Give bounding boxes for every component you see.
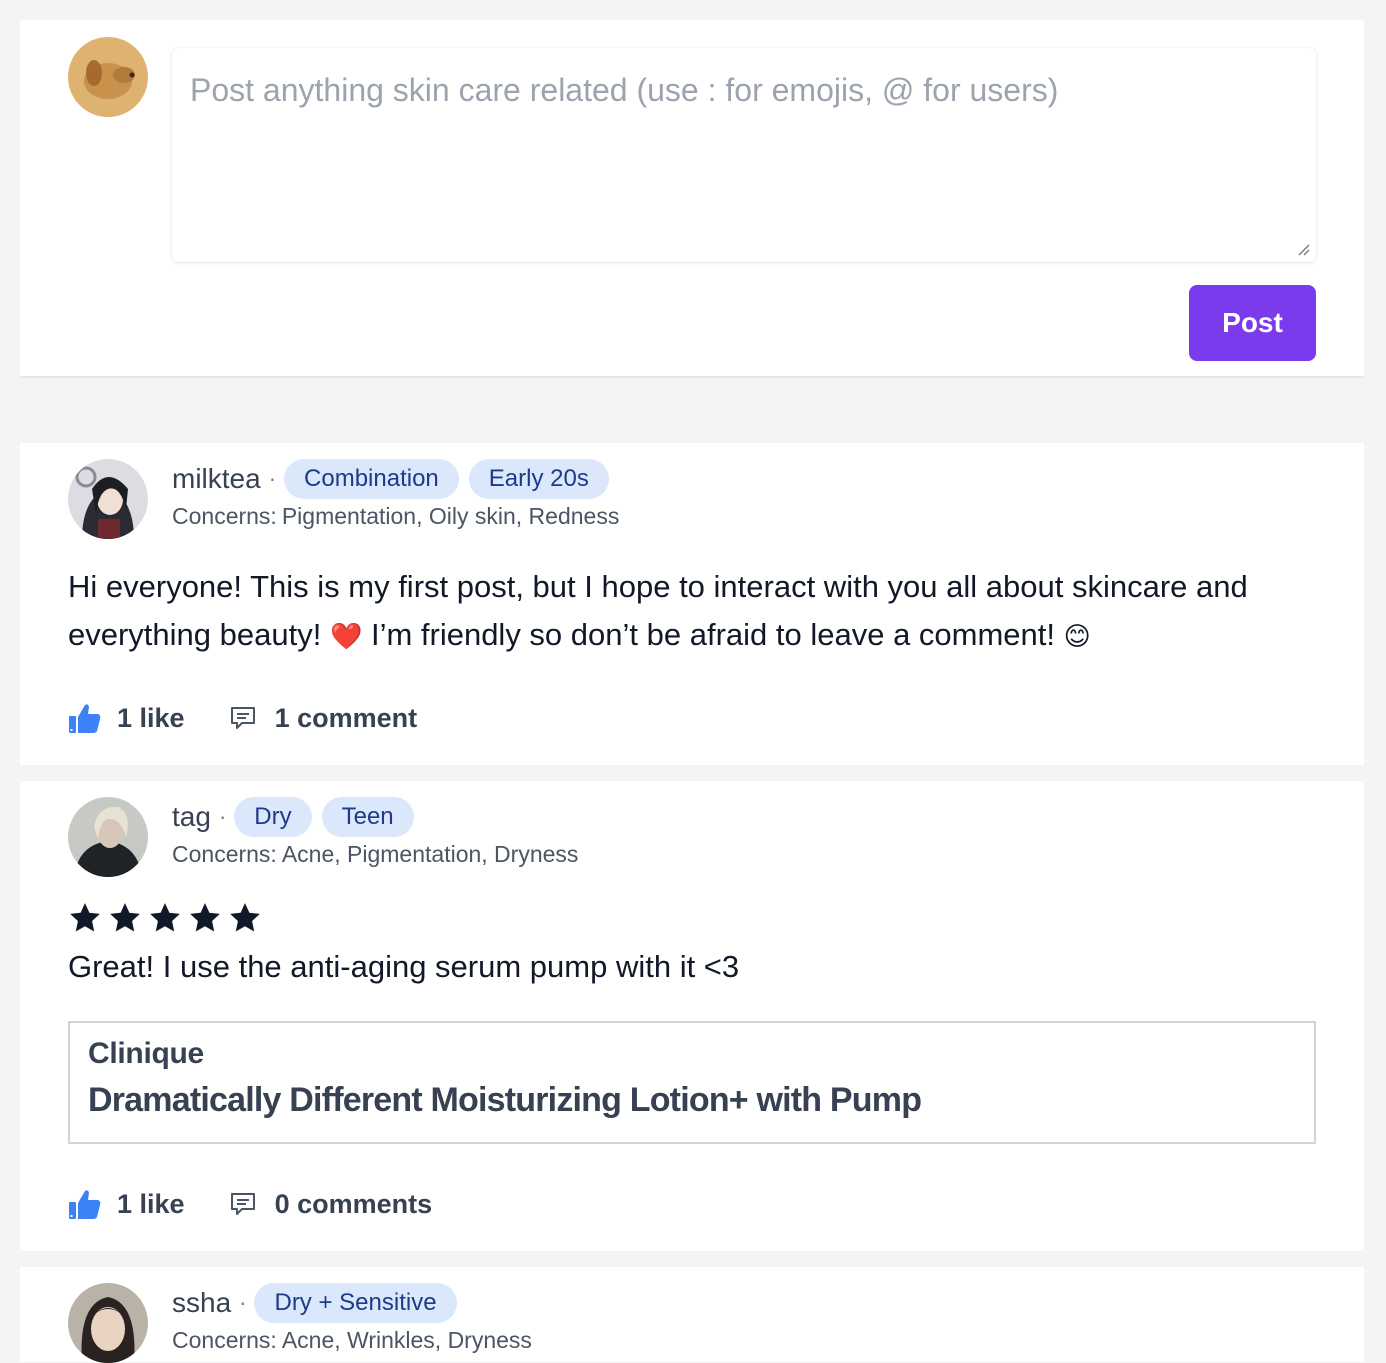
star-icon [230,903,260,932]
username[interactable]: tag [172,801,211,833]
like-count: 1 like [117,702,185,733]
post-text-line: Hi everyone! This is my first post, but … [68,569,1248,604]
current-user-avatar[interactable] [68,37,148,117]
post-card: milktea · Combination Early 20s Concerns… [20,443,1364,765]
concerns: Concerns: Pigmentation, Oily skin, Rednes… [172,503,619,530]
post-card: tag · Dry Teen Concerns: Acne, Pigmentati… [20,781,1364,1251]
avatar[interactable] [68,797,148,877]
age-chip: Teen [321,797,414,837]
comment-icon [230,707,255,729]
post-text-line: everything beauty! [68,617,322,652]
product-card[interactable]: Clinique Dramatically Different Moisturi… [68,1021,1316,1144]
concerns-label: Concerns: [172,503,277,529]
thumbs-up-icon [69,704,101,733]
post-button[interactable]: Post [1189,285,1316,361]
skin-type-chip: Dry [234,797,312,837]
post-textarea-placeholder: Post anything skin care related (use : f… [190,72,1059,108]
post-author-meta: ssha · Dry + Sensitive Concerns: Acne, Wr… [172,1283,532,1354]
concerns-list: Pigmentation, Oily skin, Redness [281,503,620,529]
heart-emoji-icon: ❤️ [329,621,363,651]
post-actions: 1 like 1 comment [68,701,417,735]
separator: · [268,466,277,491]
avatar[interactable] [68,459,148,539]
post-textarea[interactable]: Post anything skin care related (use : f… [172,48,1316,262]
like-count: 1 like [117,1188,185,1219]
username[interactable]: milktea [172,463,261,495]
separator: · [218,804,227,829]
concerns: Concerns: Acne, Wrinkles, Dryness [172,1327,532,1354]
avatar[interactable] [68,1283,148,1363]
post-author-meta: tag · Dry Teen Concerns: Acne, Pigmentati… [172,797,578,868]
concerns-label: Concerns: [172,841,277,867]
comment-button[interactable]: 1 comment [185,702,418,734]
comment-button[interactable]: 0 comments [185,1188,433,1220]
concerns-list: Acne, Wrinkles, Dryness [281,1327,532,1353]
post-card: ssha · Dry + Sensitive Concerns: Acne, Wr… [20,1267,1364,1363]
like-button[interactable]: 1 like [68,701,185,735]
product-name: Dramatically Different Moisturizing Loti… [88,1081,922,1119]
separator: · [239,1290,247,1315]
comment-count: 0 comments [274,1188,433,1219]
star-icon [70,903,100,932]
concerns: Concerns: Acne, Pigmentation, Dryness [172,841,578,868]
username[interactable]: ssha [172,1287,231,1319]
concerns-list: Acne, Pigmentation, Dryness [281,841,579,867]
post-composer: Post anything skin care related (use : f… [20,20,1364,378]
concerns-label: Concerns: [172,1327,277,1353]
thumbs-up-icon [69,1190,101,1219]
like-button[interactable]: 1 like [68,1187,185,1221]
skin-type-chip: Combination [284,459,459,499]
star-icon [110,903,140,932]
post-actions: 1 like 0 comments [68,1187,432,1221]
post-body: Great! I use the anti-aging serum pump w… [68,949,740,984]
skin-type-chip: Dry + Sensitive [254,1283,457,1323]
comment-icon [230,1193,255,1215]
smile-emoji-icon: 😊 [1063,621,1091,651]
star-icon [150,903,180,932]
product-brand: Clinique [88,1037,204,1070]
resize-handle-icon[interactable] [1296,242,1310,256]
age-chip: Early 20s [468,459,609,499]
star-icon [190,903,220,932]
star-rating [68,901,262,935]
comment-count: 1 comment [274,702,418,733]
post-body: Hi everyone! This is my first post, but … [68,563,1328,660]
post-text-line: I’m friendly so don’t be afraid to leave… [370,617,1056,652]
post-author-meta: milktea · Combination Early 20s Concerns… [172,459,619,530]
